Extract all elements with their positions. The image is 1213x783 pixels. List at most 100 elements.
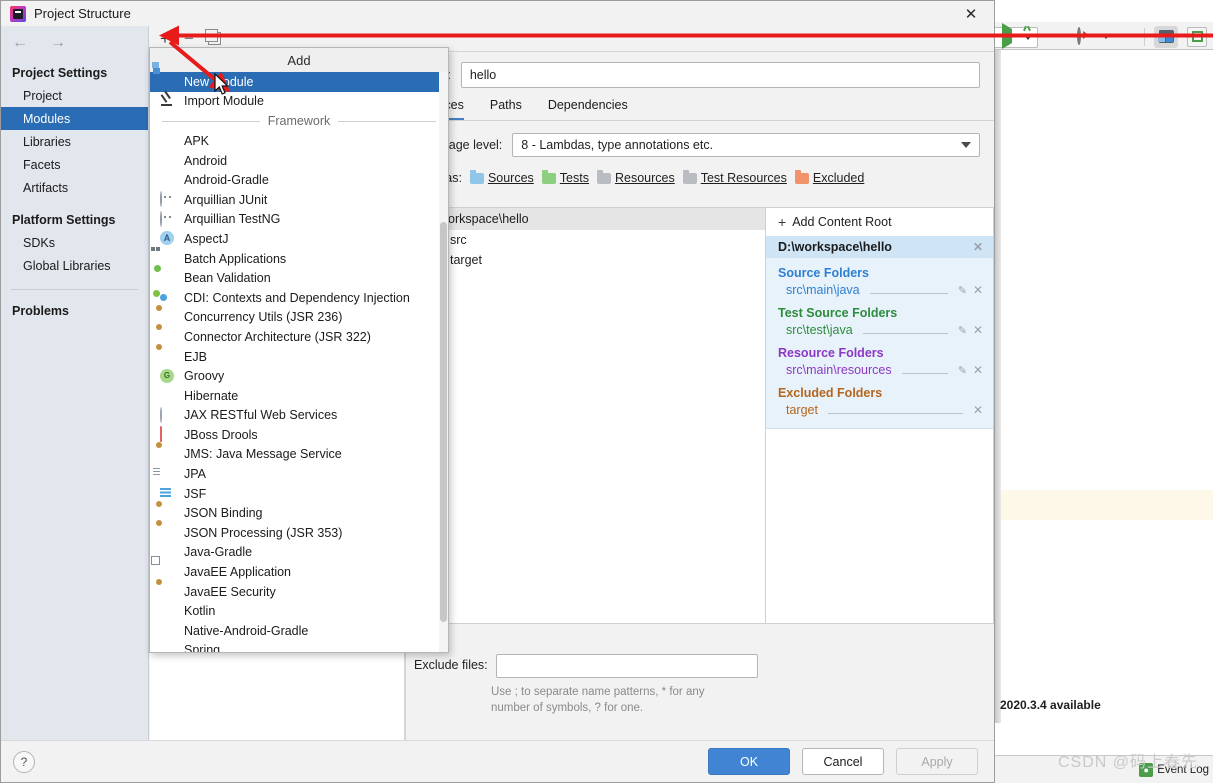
- source-folder-row[interactable]: src\main\java ✎ ✕: [766, 282, 993, 298]
- sidebar-item-artifacts[interactable]: Artifacts: [1, 176, 148, 199]
- sidebar-item-modules[interactable]: Modules: [1, 107, 148, 130]
- mark-test-resources-button[interactable]: Test Resources: [682, 169, 787, 185]
- help-button[interactable]: ?: [13, 751, 35, 773]
- menu-item-ejb[interactable]: EJB: [150, 347, 448, 367]
- mark-resources-button[interactable]: Resources: [596, 169, 675, 185]
- menu-scrollbar[interactable]: [439, 72, 448, 652]
- mark-sources-button[interactable]: Sources: [469, 169, 534, 185]
- close-icon[interactable]: ✕: [973, 240, 983, 254]
- menu-item-new-module[interactable]: New Module: [150, 72, 448, 92]
- menu-item-jpa[interactable]: JPA: [150, 464, 448, 484]
- menu-item-native-android-gradle[interactable]: Native-Android-Gradle: [150, 621, 448, 641]
- cancel-button[interactable]: Cancel: [802, 748, 884, 775]
- sidebar-item-facets[interactable]: Facets: [1, 153, 148, 176]
- project-structure-icon[interactable]: [1154, 25, 1178, 48]
- tab-paths[interactable]: Paths: [490, 98, 522, 120]
- menu-item-json-processing[interactable]: JSON Processing (JSR 353): [150, 523, 448, 543]
- exclude-files-input[interactable]: [495, 654, 758, 678]
- menu-item-jsf[interactable]: JSF: [150, 484, 448, 504]
- stop-icon[interactable]: [1119, 29, 1135, 45]
- menu-item-connector-architecture[interactable]: Connector Architecture (JSR 322): [150, 327, 448, 347]
- javaee-icon: [160, 349, 175, 364]
- module-name-input[interactable]: hello: [460, 62, 980, 88]
- chevron-down-icon[interactable]: [1102, 34, 1110, 39]
- edit-icon[interactable]: ✎: [958, 284, 967, 297]
- sidebar-item-sdks[interactable]: SDKs: [1, 231, 148, 254]
- remove-module-button[interactable]: −: [184, 30, 194, 47]
- profiler-icon[interactable]: [1077, 26, 1093, 45]
- forward-icon[interactable]: →: [50, 34, 66, 52]
- menu-item-jax-restful-web-services[interactable]: JAX RESTful Web Services: [150, 406, 448, 426]
- exclude-hint-line-2: number of symbols, ? for one.: [491, 702, 644, 714]
- ide-editor-highlight: [995, 490, 1213, 520]
- resource-folder-row[interactable]: src\main\resources ✎ ✕: [766, 362, 993, 378]
- excluded-folder-row[interactable]: target ✕: [766, 402, 993, 418]
- exclude-files-label: Exclude files:: [414, 658, 488, 672]
- ok-button[interactable]: OK: [708, 748, 790, 775]
- menu-item-java-gradle[interactable]: Java-Gradle: [150, 543, 448, 563]
- menu-item-import-module[interactable]: Import Module: [150, 92, 448, 112]
- dialog-footer: OK Cancel Apply: [1, 740, 994, 782]
- menu-item-hibernate[interactable]: Hibernate: [150, 386, 448, 406]
- edit-icon[interactable]: ✎: [958, 364, 967, 377]
- sidebar-item-libraries[interactable]: Libraries: [1, 130, 148, 153]
- menu-item-javaee-application[interactable]: JavaEE Application: [150, 562, 448, 582]
- content-root-header[interactable]: D:\workspace\hello ✕: [766, 236, 993, 258]
- back-icon[interactable]: ←: [12, 34, 28, 52]
- close-icon[interactable]: ✕: [973, 323, 983, 337]
- add-module-button[interactable]: +: [160, 30, 170, 47]
- tab-dependencies[interactable]: Dependencies: [548, 98, 628, 120]
- apply-button[interactable]: Apply: [896, 748, 978, 775]
- edit-icon[interactable]: ✎: [958, 324, 967, 337]
- menu-item-apk[interactable]: APK: [150, 131, 448, 151]
- close-icon[interactable]: ✕: [973, 403, 983, 417]
- tree-item-target[interactable]: target: [415, 250, 765, 270]
- menu-scrollbar-thumb[interactable]: [440, 222, 447, 622]
- mark-tests-button[interactable]: Tests: [541, 169, 589, 185]
- test-source-folder-row[interactable]: src\test\java ✎ ✕: [766, 322, 993, 338]
- menu-item-arquillian-junit[interactable]: Arquillian JUnit: [150, 190, 448, 210]
- menu-item-spring[interactable]: Spring: [150, 641, 448, 652]
- menu-item-cdi[interactable]: CDI: Contexts and Dependency Injection: [150, 288, 448, 308]
- menu-item-groovy[interactable]: G Groovy: [150, 366, 448, 386]
- mark-sources-label: Sources: [487, 171, 534, 185]
- sidebar-item-global-libraries[interactable]: Global Libraries: [1, 254, 148, 277]
- copy-module-icon[interactable]: [204, 29, 221, 45]
- event-log-label[interactable]: Event Log: [1157, 764, 1209, 776]
- sidebar-item-problems[interactable]: Problems: [1, 300, 148, 322]
- menu-item-jms[interactable]: JMS: Java Message Service: [150, 445, 448, 465]
- module-icon: [160, 74, 175, 89]
- menu-item-arquillian-testng[interactable]: Arquillian TestNG: [150, 210, 448, 230]
- menu-item-concurrency-utils[interactable]: Concurrency Utils (JSR 236): [150, 308, 448, 328]
- close-icon[interactable]: ✕: [960, 5, 982, 23]
- close-icon[interactable]: ✕: [973, 283, 983, 297]
- menu-item-label: JSON Processing (JSR 353): [184, 525, 343, 540]
- content-roots-pane: + Add Content Root D:\workspace\hello ✕ …: [766, 207, 994, 624]
- menu-item-android[interactable]: Android: [150, 151, 448, 171]
- debug-icon[interactable]: [1027, 29, 1043, 45]
- menu-item-android-gradle[interactable]: Android-Gradle: [150, 170, 448, 190]
- sidebar-item-project[interactable]: Project: [1, 84, 148, 107]
- sources-panes: D:\workspace\hello src target + Add Cont…: [406, 207, 994, 624]
- tree-root-row[interactable]: D:\workspace\hello: [415, 208, 765, 230]
- run-icon[interactable]: [1002, 22, 1018, 49]
- ide-vertical-divider[interactable]: [995, 50, 1001, 723]
- add-content-root-button[interactable]: + Add Content Root: [766, 208, 993, 236]
- menu-item-kotlin[interactable]: Kotlin: [150, 601, 448, 621]
- search-everywhere-icon[interactable]: [1187, 26, 1207, 47]
- run-with-coverage-icon[interactable]: [1052, 29, 1068, 45]
- test-source-folders-title: Test Source Folders: [778, 306, 898, 320]
- menu-item-aspectj[interactable]: A AspectJ: [150, 229, 448, 249]
- row-underline: [869, 286, 948, 294]
- content-root-block: D:\workspace\hello ✕ Source Folders src\…: [766, 236, 993, 429]
- menu-item-json-binding[interactable]: JSON Binding: [150, 503, 448, 523]
- menu-item-javaee-security[interactable]: JavaEE Security: [150, 582, 448, 602]
- mark-excluded-button[interactable]: Excluded: [794, 169, 864, 185]
- menu-item-bean-validation[interactable]: Bean Validation: [150, 268, 448, 288]
- intellij-logo-icon: [10, 5, 26, 22]
- tree-item-src[interactable]: src: [415, 230, 765, 250]
- language-level-select[interactable]: 8 - Lambdas, type annotations etc.: [512, 133, 980, 157]
- menu-item-batch-applications[interactable]: Batch Applications: [150, 249, 448, 269]
- close-icon[interactable]: ✕: [973, 363, 983, 377]
- menu-item-jboss-drools[interactable]: JBoss Drools: [150, 425, 448, 445]
